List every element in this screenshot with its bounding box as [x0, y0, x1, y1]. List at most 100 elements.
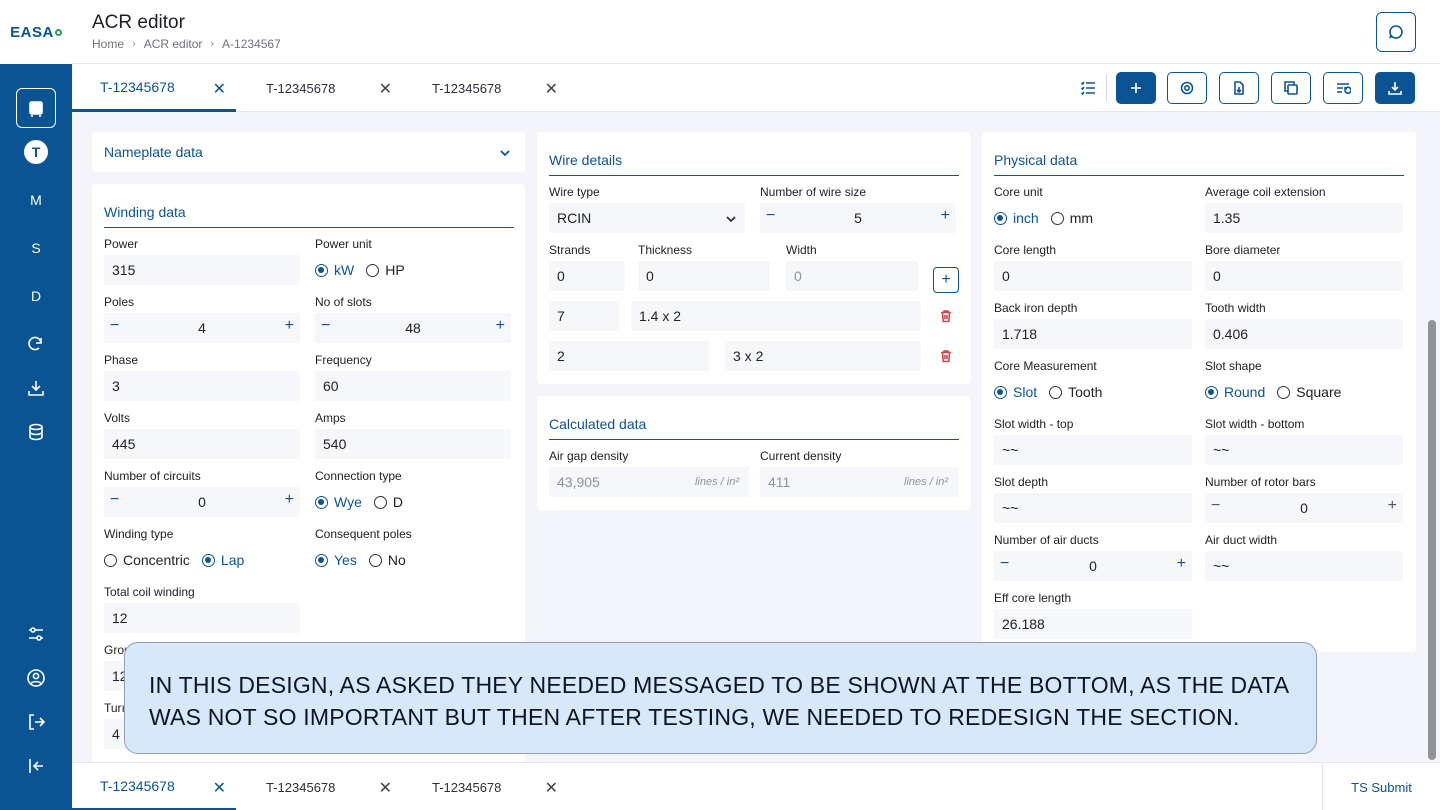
- volts-input[interactable]: 445: [104, 429, 300, 459]
- tooth-width-input[interactable]: 0.406: [1205, 319, 1403, 349]
- core-measure-tooth-label[interactable]: Tooth: [1068, 384, 1102, 400]
- sidebar-item-s[interactable]: S: [16, 228, 56, 268]
- rotor-bars-increment-button[interactable]: +: [1388, 497, 1397, 515]
- connection-wye-label[interactable]: Wye: [334, 494, 362, 510]
- chat-button[interactable]: [1376, 12, 1416, 52]
- close-icon[interactable]: ✕: [213, 79, 226, 99]
- tab-document-1[interactable]: T-12345678 ✕: [72, 64, 236, 112]
- sidebar-item-d[interactable]: D: [16, 276, 56, 316]
- add-button[interactable]: [1116, 72, 1156, 104]
- amps-input[interactable]: 540: [315, 429, 511, 459]
- air-duct-width-input[interactable]: ~~: [1205, 551, 1403, 581]
- slot-shape-round-radio[interactable]: [1205, 385, 1218, 399]
- new-width-input[interactable]: 0: [786, 261, 918, 291]
- winding-lap-label[interactable]: Lap: [221, 552, 244, 568]
- circuits-value[interactable]: 0: [104, 494, 300, 510]
- close-icon[interactable]: ✕: [379, 778, 392, 798]
- close-icon[interactable]: ✕: [213, 778, 226, 798]
- circuits-increment-button[interactable]: +: [285, 491, 294, 509]
- winding-lap-radio[interactable]: [201, 553, 215, 567]
- consequent-no-label[interactable]: No: [388, 552, 406, 568]
- slot-top-input[interactable]: ~~: [994, 435, 1192, 465]
- new-thickness-input[interactable]: 0: [638, 261, 770, 291]
- frequency-input[interactable]: 60: [315, 371, 511, 401]
- core-measure-slot-radio[interactable]: [994, 385, 1007, 399]
- chevron-down-icon[interactable]: [499, 146, 511, 158]
- bore-input[interactable]: 0: [1205, 261, 1403, 291]
- poles-increment-button[interactable]: +: [285, 317, 294, 335]
- add-wire-row-button[interactable]: +: [933, 267, 959, 293]
- slot-bottom-input[interactable]: ~~: [1205, 435, 1403, 465]
- sidebar-item-filters[interactable]: [16, 614, 56, 654]
- consequent-no-radio[interactable]: [368, 553, 382, 567]
- power-unit-kw-radio[interactable]: [315, 263, 328, 277]
- slot-depth-input[interactable]: ~~: [994, 493, 1192, 523]
- consequent-yes-label[interactable]: Yes: [334, 552, 357, 568]
- checklist-button[interactable]: [1080, 80, 1096, 96]
- tab-document-3[interactable]: T-12345678 ✕: [404, 64, 568, 112]
- slot-shape-round-label[interactable]: Round: [1224, 384, 1265, 400]
- wire-row-2-strands[interactable]: 2: [549, 341, 709, 371]
- sidebar-item-t[interactable]: T: [16, 132, 56, 172]
- connection-d-label[interactable]: D: [393, 494, 403, 510]
- bottom-tab-2[interactable]: T-12345678 ✕: [238, 763, 402, 810]
- eff-core-input[interactable]: 26.188: [994, 609, 1192, 639]
- core-measure-slot-label[interactable]: Slot: [1013, 384, 1037, 400]
- delete-row-1-trash-icon[interactable]: [939, 309, 953, 323]
- export-file-button[interactable]: [1219, 72, 1259, 104]
- sidebar-item-download[interactable]: [16, 368, 56, 408]
- history-list-button[interactable]: [1323, 72, 1363, 104]
- winding-concentric-label[interactable]: Concentric: [123, 552, 190, 568]
- slot-shape-square-radio[interactable]: [1277, 385, 1291, 399]
- power-unit-kw-label[interactable]: kW: [334, 262, 354, 278]
- sidebar-item-logout[interactable]: [16, 702, 56, 742]
- slots-value[interactable]: 48: [315, 320, 511, 336]
- air-ducts-value[interactable]: 0: [994, 558, 1192, 574]
- breadcrumb-acr-editor[interactable]: ACR editor: [144, 37, 203, 51]
- bottom-tab-1[interactable]: T-12345678 ✕: [72, 763, 236, 810]
- power-unit-hp-radio[interactable]: [366, 263, 380, 277]
- power-unit-hp-label[interactable]: HP: [385, 262, 404, 278]
- sidebar-item-collapse[interactable]: [16, 746, 56, 786]
- core-unit-inch-radio[interactable]: [994, 211, 1007, 225]
- core-measure-tooth-radio[interactable]: [1049, 385, 1063, 399]
- poles-value[interactable]: 4: [104, 320, 300, 336]
- sidebar-item-profile[interactable]: [16, 658, 56, 698]
- delete-row-2-trash-icon[interactable]: [939, 349, 953, 363]
- sidebar-item-refresh[interactable]: [16, 324, 56, 364]
- air-ducts-increment-button[interactable]: +: [1177, 555, 1186, 573]
- wire-row-1-size[interactable]: 1.4 x 2: [631, 301, 921, 331]
- wire-row-1-strands[interactable]: 7: [549, 301, 619, 331]
- core-length-input[interactable]: 0: [994, 261, 1192, 291]
- download-button[interactable]: [1375, 72, 1415, 104]
- close-icon[interactable]: ✕: [545, 778, 558, 798]
- core-unit-inch-label[interactable]: inch: [1013, 210, 1039, 226]
- tab-document-2[interactable]: T-12345678 ✕: [238, 64, 402, 112]
- settings-button[interactable]: [1167, 72, 1207, 104]
- new-strands-input[interactable]: 0: [549, 261, 625, 291]
- wire-size-increment-button[interactable]: +: [941, 207, 950, 225]
- page-scrollbar[interactable]: [1428, 320, 1436, 760]
- wire-size-value[interactable]: 5: [760, 210, 956, 226]
- close-icon[interactable]: ✕: [545, 79, 558, 99]
- wire-type-select[interactable]: RCIN: [549, 203, 745, 233]
- wire-row-2-size[interactable]: 3 x 2: [725, 341, 921, 371]
- ts-submit-button[interactable]: TS Submit: [1322, 763, 1440, 810]
- slot-shape-square-label[interactable]: Square: [1296, 384, 1341, 400]
- avg-coil-input[interactable]: 1.35: [1205, 203, 1403, 233]
- sidebar-item-m[interactable]: M: [16, 180, 56, 220]
- sidebar-item-editor[interactable]: [16, 88, 56, 128]
- slots-increment-button[interactable]: +: [496, 317, 505, 335]
- breadcrumb-home[interactable]: Home: [92, 37, 124, 51]
- core-unit-mm-label[interactable]: mm: [1070, 210, 1093, 226]
- close-icon[interactable]: ✕: [379, 79, 392, 99]
- core-unit-mm-radio[interactable]: [1050, 211, 1064, 225]
- nameplate-card[interactable]: Nameplate data: [92, 132, 525, 172]
- phase-input[interactable]: 3: [104, 371, 300, 401]
- rotor-bars-value[interactable]: 0: [1205, 500, 1403, 516]
- total-coil-input[interactable]: 12: [104, 603, 300, 633]
- power-input[interactable]: 315: [104, 255, 300, 285]
- bottom-tab-3[interactable]: T-12345678 ✕: [404, 763, 568, 810]
- consequent-yes-radio[interactable]: [315, 553, 328, 567]
- connection-wye-radio[interactable]: [315, 495, 328, 509]
